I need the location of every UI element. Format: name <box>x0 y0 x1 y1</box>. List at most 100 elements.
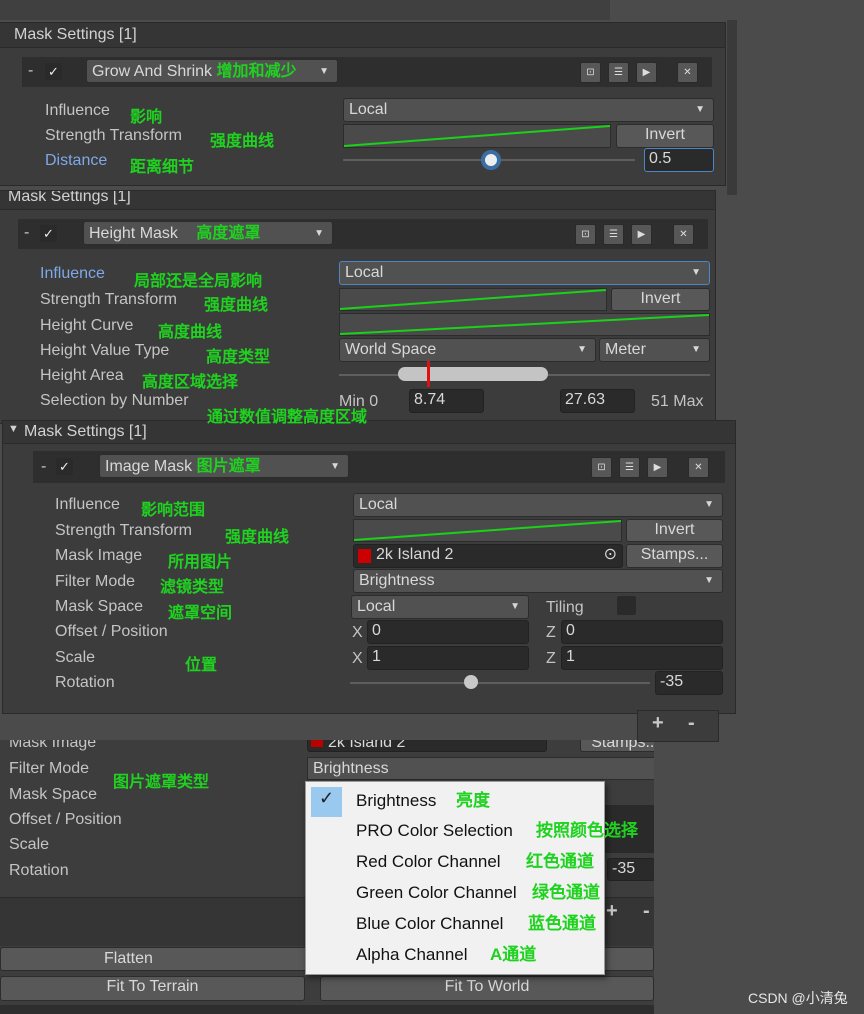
mask-space-dropdown[interactable]: Local ▼ <box>351 595 529 619</box>
slider-handle[interactable] <box>464 675 478 689</box>
filter-type-dropdown[interactable]: Height Mask 高度遮罩 ▼ <box>83 221 333 245</box>
annotation: A通道 <box>490 945 537 964</box>
paste-icon[interactable]: ☰ <box>619 457 640 478</box>
scale-z-field[interactable]: 1 <box>561 646 723 670</box>
min-value-field[interactable]: 8.74 <box>409 389 484 413</box>
remove-mask-button[interactable]: - <box>688 712 695 735</box>
strength-curve[interactable] <box>339 288 607 311</box>
annotation: 位置 <box>185 657 218 674</box>
dropdown-value: Local <box>345 264 384 281</box>
texture-thumbnail <box>311 740 323 747</box>
rotation-field[interactable]: -35 <box>607 858 654 881</box>
enable-checkbox[interactable]: ✓ <box>40 225 57 242</box>
dropdown-value: World Space <box>345 341 437 358</box>
enable-checkbox[interactable]: ✓ <box>56 458 73 475</box>
menu-item-pro-color-selection[interactable]: PRO Color Selection 按照颜色选择 <box>306 815 638 846</box>
tiling-checkbox[interactable] <box>617 596 636 615</box>
mask-settings-panel-height: Mask Settings [1] - ✓ Height Mask 高度遮罩 ▼ … <box>0 190 716 424</box>
filter-header: - ✓ Grow And Shrink 增加和减少 ▼ ⊡ ☰ ▶ ✕ <box>22 57 712 87</box>
height-curve[interactable] <box>339 313 710 336</box>
scrollbar[interactable] <box>727 20 737 195</box>
mask-settings-header[interactable]: Mask Settings [1] <box>0 191 715 210</box>
influence-dropdown[interactable]: Local ▼ <box>353 493 723 517</box>
enable-checkbox[interactable]: ✓ <box>45 63 62 80</box>
preview-icon[interactable]: ▶ <box>647 457 668 478</box>
label-tiling: Tiling <box>546 599 584 616</box>
copy-icon[interactable]: ⊡ <box>580 62 601 83</box>
fit-to-terrain-button[interactable]: Fit To Terrain <box>0 976 305 1001</box>
dropdown-value: Brightness <box>359 572 435 589</box>
flatten-label: Flatten <box>104 950 153 967</box>
menu-item-blue-color-channel[interactable]: Blue Color Channel 蓝色通道 <box>306 908 604 939</box>
filter-header: - ✓ Height Mask 高度遮罩 ▼ ⊡ ☰ ▶ ✕ <box>18 219 708 249</box>
annotation: 距离细节 <box>130 159 195 176</box>
mask-image-field[interactable]: 2k Island 2 <box>307 740 547 752</box>
label-mask-space: Mask Space <box>9 786 98 803</box>
range-handle[interactable] <box>398 367 548 381</box>
menu-item-red-color-channel[interactable]: Red Color Channel 红色通道 <box>306 846 604 877</box>
chevron-down-icon: ▼ <box>319 66 329 77</box>
offset-z-field[interactable]: 0 <box>561 620 723 644</box>
curve-line <box>339 289 607 310</box>
copy-icon[interactable]: ⊡ <box>591 457 612 478</box>
strength-curve[interactable] <box>343 124 611 148</box>
preview-icon[interactable]: ▶ <box>636 62 657 83</box>
object-picker-icon[interactable]: ⊙ <box>604 545 617 565</box>
menu-item-label: PRO Color Selection <box>356 821 513 840</box>
filter-mode-dropdown[interactable]: Brightness ▼ <box>353 569 723 593</box>
stamps-button[interactable]: Stamps... <box>626 544 723 568</box>
rotation-slider[interactable] <box>350 682 650 684</box>
filter-name: Height Mask <box>89 225 178 242</box>
mask-settings-header[interactable]: ▼ Mask Settings [1] <box>3 421 735 444</box>
invert-button[interactable]: Invert <box>626 519 723 542</box>
annotation: 高度区域选择 <box>142 374 239 391</box>
label-selection-by-number: Selection by Number <box>40 392 189 409</box>
label-mask-image: Mask Image <box>9 740 97 751</box>
distance-field[interactable]: 0.5 <box>644 148 714 172</box>
mask-image-field[interactable]: 2k Island 2 ⊙ <box>353 544 623 568</box>
annotation: 强度曲线 <box>210 133 275 150</box>
height-value-type-dropdown[interactable]: World Space ▼ <box>339 338 596 362</box>
label-distance: Distance <box>45 152 108 169</box>
collapse-button[interactable]: - <box>28 62 33 80</box>
collapse-button[interactable]: - <box>41 458 46 476</box>
rotation-field[interactable]: -35 <box>655 671 723 695</box>
collapse-button[interactable]: - <box>24 224 29 242</box>
influence-dropdown[interactable]: Local ▼ <box>343 98 714 122</box>
offset-x-field[interactable]: 0 <box>367 620 529 644</box>
annotation: 强度曲线 <box>225 529 290 546</box>
annotation: 高度遮罩 <box>196 225 261 242</box>
preview-icon[interactable]: ▶ <box>631 224 652 245</box>
x-label: X <box>352 650 363 667</box>
menu-item-green-color-channel[interactable]: Green Color Channel 绿色通道 <box>306 877 604 908</box>
filter-type-dropdown[interactable]: Grow And Shrink 增加和减少 ▼ <box>86 59 338 83</box>
close-icon[interactable]: ✕ <box>688 457 709 478</box>
invert-button[interactable]: Invert <box>616 124 714 148</box>
copy-icon[interactable]: ⊡ <box>575 224 596 245</box>
influence-dropdown[interactable]: Local ▼ <box>339 261 710 285</box>
max-value-field[interactable]: 27.63 <box>560 389 635 413</box>
watermark: CSDN @小清兔 <box>748 990 848 1006</box>
invert-button[interactable]: Invert <box>611 288 710 311</box>
label-mask-image: Mask Image <box>55 547 143 564</box>
close-icon[interactable]: ✕ <box>677 62 698 83</box>
annotation: 强度曲线 <box>204 297 269 314</box>
remove-mask-button[interactable]: - <box>643 900 650 923</box>
menu-item-brightness[interactable]: Brightness 亮度 <box>306 785 604 816</box>
scale-x-field[interactable]: 1 <box>367 646 529 670</box>
unit-dropdown[interactable]: Meter ▼ <box>599 338 710 362</box>
chevron-down-icon: ▼ <box>704 499 714 510</box>
menu-item-alpha-channel[interactable]: Alpha Channel A通道 <box>306 939 604 970</box>
filter-type-dropdown[interactable]: Image Mask 图片遮罩 ▼ <box>99 454 349 478</box>
filter-mode-dropdown[interactable]: Brightness <box>307 757 654 780</box>
add-mask-button[interactable]: + <box>652 712 664 735</box>
fit-to-world-button[interactable]: Fit To World <box>320 976 654 1001</box>
add-mask-button[interactable]: + <box>606 900 618 923</box>
annotation: 增加和减少 <box>216 63 297 80</box>
paste-icon[interactable]: ☰ <box>608 62 629 83</box>
paste-icon[interactable]: ☰ <box>603 224 624 245</box>
slider-handle[interactable] <box>481 150 501 170</box>
close-icon[interactable]: ✕ <box>673 224 694 245</box>
strength-curve[interactable] <box>353 519 622 542</box>
mask-settings-header[interactable]: Mask Settings [1] <box>0 23 725 48</box>
